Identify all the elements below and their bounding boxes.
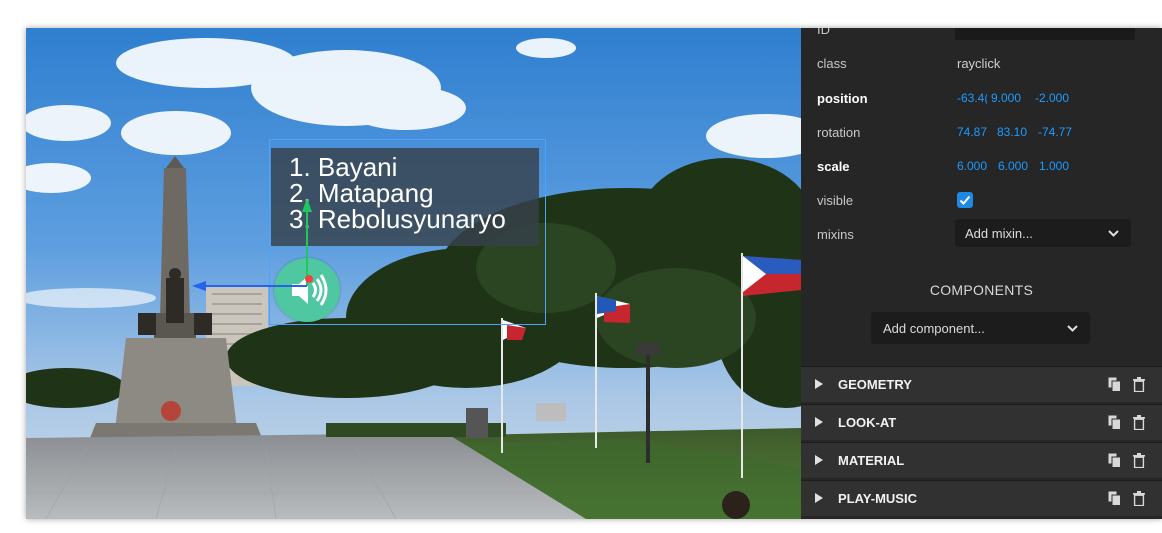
component-name: GEOMETRY (838, 377, 912, 392)
attr-row-position: position -63.4( 9.000 -2.000 (801, 91, 1162, 111)
text-line-1: 1. Bayani (289, 152, 398, 182)
expand-triangle-icon[interactable] (815, 379, 823, 389)
rotation-z-input[interactable]: -74.77 (1038, 125, 1078, 139)
mixins-select-text: Add mixin... (965, 226, 1033, 241)
chevron-down-icon (1108, 230, 1119, 237)
add-component-select[interactable]: Add component... (871, 312, 1090, 344)
chevron-down-icon (1067, 325, 1078, 332)
scale-y-input[interactable]: 6.000 (998, 159, 1038, 173)
expand-triangle-icon[interactable] (815, 493, 823, 503)
attr-row-rotation: rotation 74.87 83.10 -74.77 (801, 125, 1162, 145)
position-x-input[interactable]: -63.4( (957, 91, 987, 105)
id-input[interactable] (955, 28, 1135, 40)
position-label: position (817, 91, 868, 106)
component-name: LOOK-AT (838, 415, 897, 430)
app-window: 1. Bayani 2. Matapang 3. Rebolusyunaryo … (26, 28, 1162, 519)
mixins-label: mixins (817, 227, 854, 242)
trash-icon[interactable] (1133, 377, 1145, 392)
component-section-geometry[interactable]: GEOMETRY (801, 366, 1162, 402)
component-section-look-at[interactable]: LOOK-AT (801, 404, 1162, 440)
id-label: ID (817, 28, 830, 37)
scale-z-input[interactable]: 1.000 (1039, 159, 1079, 173)
rotation-y-input[interactable]: 83.10 (997, 125, 1037, 139)
component-section-play-music[interactable]: PLAY-MUSIC (801, 480, 1162, 516)
class-label: class (817, 56, 847, 71)
text-line-2: 2. Matapang (289, 178, 434, 208)
speaker-button[interactable] (274, 258, 340, 322)
attr-row-visible: visible (801, 192, 1162, 213)
position-z-input[interactable]: -2.000 (1035, 91, 1075, 105)
trash-icon[interactable] (1133, 453, 1145, 468)
text-panel[interactable]: 1. Bayani 2. Matapang 3. Rebolusyunaryo (271, 148, 539, 246)
rotation-x-input[interactable]: 74.87 (957, 125, 997, 139)
attr-row-class: class rayclick (801, 56, 1162, 76)
add-component-select-text: Add component... (883, 321, 985, 336)
expand-triangle-icon[interactable] (815, 455, 823, 465)
copy-icon[interactable] (1108, 491, 1121, 506)
trash-icon[interactable] (1133, 491, 1145, 506)
scene-viewport[interactable]: 1. Bayani 2. Matapang 3. Rebolusyunaryo (26, 28, 801, 519)
component-section-material[interactable]: MATERIAL (801, 442, 1162, 478)
visible-checkbox[interactable] (957, 192, 973, 208)
rotation-label: rotation (817, 125, 861, 140)
speaker-volume-icon (292, 274, 328, 306)
visible-label: visible (817, 193, 854, 208)
component-name: PLAY-MUSIC (838, 491, 917, 506)
inspector-panel: ID class rayclick position -63.4( 9.000 … (801, 28, 1162, 519)
mixins-select[interactable]: Add mixin... (955, 219, 1131, 247)
expand-triangle-icon[interactable] (815, 417, 823, 427)
text-line-3: 3. Rebolusyunaryo (289, 204, 506, 234)
copy-icon[interactable] (1108, 453, 1121, 468)
components-title: COMPONENTS (929, 282, 1034, 298)
scale-x-input[interactable]: 6.000 (957, 159, 997, 173)
attr-row-scale: scale 6.000 6.000 1.000 (801, 159, 1162, 179)
component-name: MATERIAL (838, 453, 905, 468)
copy-icon[interactable] (1108, 415, 1121, 430)
checkmark-icon (959, 195, 971, 205)
scale-label: scale (817, 159, 850, 174)
position-y-input[interactable]: 9.000 (991, 91, 1031, 105)
copy-icon[interactable] (1108, 377, 1121, 392)
class-input[interactable]: rayclick (957, 56, 1000, 71)
trash-icon[interactable] (1133, 415, 1145, 430)
